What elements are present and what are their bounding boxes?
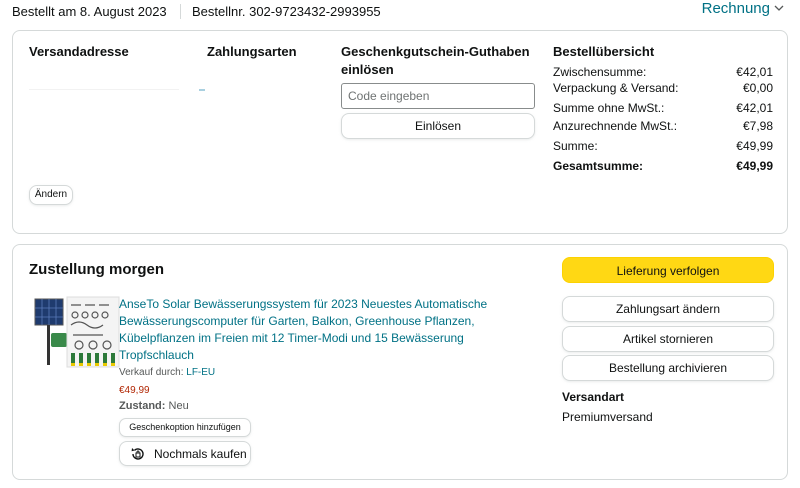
order-overview-title: Bestellübersicht xyxy=(553,44,655,59)
summary-label: Verpackung & Versand: xyxy=(553,81,679,95)
summary-row-shipping: Verpackung & Versand: €0,00 xyxy=(553,81,773,97)
header-divider xyxy=(180,4,181,19)
seller-prefix: Verkauf durch: xyxy=(119,367,184,378)
summary-row-vat: Anzurechnende MwSt.: €7,98 xyxy=(553,119,773,135)
change-address-button[interactable]: Ändern xyxy=(29,185,73,205)
condition-value: Neu xyxy=(168,400,189,412)
product-title-link[interactable]: AnseTo Solar Bewässerungssystem für 2023… xyxy=(119,296,499,364)
redacted-address xyxy=(29,89,205,91)
summary-row-net: Summe ohne MwSt.: €42,01 xyxy=(553,101,773,117)
chevron-down-icon[interactable] xyxy=(774,3,784,16)
voucher-code-input[interactable] xyxy=(341,83,535,109)
summary-label: Gesamtsumme: xyxy=(553,159,644,173)
summary-label: Summe ohne MwSt.: xyxy=(553,101,665,115)
shipping-method-label: Versandart xyxy=(562,390,625,404)
order-date: Bestellt am 8. August 2023 xyxy=(12,4,167,19)
add-gift-option-button[interactable]: Geschenkoption hinzufügen xyxy=(119,418,251,437)
summary-value: €42,01 xyxy=(736,65,773,79)
summary-value: €0,00 xyxy=(742,81,773,95)
voucher-title: Geschenkgutschein-Guthaben einlösen xyxy=(341,44,530,77)
archive-order-button[interactable]: Bestellung archivieren xyxy=(562,355,774,381)
summary-value: €42,01 xyxy=(736,101,773,115)
summary-value: €7,98 xyxy=(742,119,773,133)
cancel-item-button[interactable]: Artikel stornieren xyxy=(562,326,774,352)
summary-value: €49,99 xyxy=(736,159,773,173)
track-package-button[interactable]: Lieferung verfolgen xyxy=(562,257,774,283)
summary-row-grand-total: Gesamtsumme: €49,99 xyxy=(553,159,773,175)
product-image[interactable] xyxy=(33,295,121,375)
summary-label: Summe: xyxy=(553,139,598,153)
summary-label: Anzurechnende MwSt.: xyxy=(553,119,678,133)
order-header: Bestellt am 8. August 2023 Bestellnr. 30… xyxy=(12,0,788,24)
shipping-address-title: Versandadresse xyxy=(29,44,129,59)
product-condition: Zustand: Neu xyxy=(119,400,189,412)
summary-row-subtotal: Zwischensumme: €42,01 xyxy=(553,65,773,81)
order-number: Bestellnr. 302-9723432-2993955 xyxy=(192,4,381,19)
invoice-link[interactable]: Rechnung xyxy=(702,0,770,17)
shipping-method-value: Premiumversand xyxy=(562,410,653,424)
summary-value: €49,99 xyxy=(736,139,773,153)
delivery-status-title: Zustellung morgen xyxy=(29,261,164,278)
product-price: €49,99 xyxy=(119,385,150,396)
redeem-button[interactable]: Einlösen xyxy=(341,113,535,139)
buy-again-icon xyxy=(130,446,146,462)
buy-again-button[interactable]: Nochmals kaufen xyxy=(119,441,251,466)
seller-link[interactable]: LF-EU xyxy=(186,367,215,378)
summary-row-sum: Summe: €49,99 xyxy=(553,139,773,155)
summary-label: Zwischensumme: xyxy=(553,65,647,79)
buy-again-label: Nochmals kaufen xyxy=(154,447,247,461)
change-payment-button[interactable]: Zahlungsart ändern xyxy=(562,296,774,322)
seller-line: Verkauf durch: LF-EU xyxy=(119,367,215,378)
condition-label: Zustand: xyxy=(119,400,166,412)
payment-methods-title: Zahlungsarten xyxy=(207,44,297,59)
delivery-card: Zustellung morgen AnseTo Solar Bewässeru… xyxy=(12,244,788,480)
order-summary-card: Versandadresse Zahlungsarten Geschenkgut… xyxy=(12,30,788,234)
